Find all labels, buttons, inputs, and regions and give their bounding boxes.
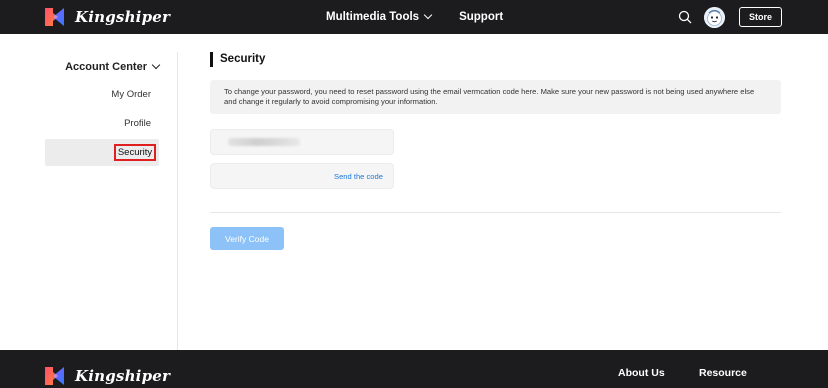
footer-brand-name: Kingshiper bbox=[75, 367, 171, 385]
nav-support-label: Support bbox=[459, 11, 504, 23]
search-icon[interactable] bbox=[678, 10, 692, 24]
brand-k-icon bbox=[45, 8, 64, 26]
nav-multimedia-tools[interactable]: Multimedia Tools bbox=[326, 10, 433, 23]
send-code-link[interactable]: Send the code bbox=[334, 172, 383, 181]
security-notice: To change your password, you need to res… bbox=[210, 80, 781, 114]
page-title: Security bbox=[210, 52, 265, 67]
nav-support[interactable]: Support bbox=[459, 11, 503, 23]
store-button[interactable]: Store bbox=[739, 7, 782, 27]
sidebar-item-security[interactable]: Security bbox=[114, 144, 156, 161]
nav-menu: Multimedia Tools Support bbox=[326, 0, 503, 34]
sidebar-item-my-order[interactable]: My Order bbox=[111, 89, 151, 100]
footer-brand-logo[interactable]: Kingshiper bbox=[44, 366, 170, 386]
chevron-down-icon bbox=[151, 60, 161, 70]
brand-k-icon bbox=[45, 367, 64, 385]
chevron-down-icon bbox=[423, 10, 433, 20]
sidebar-item-profile[interactable]: Profile bbox=[124, 118, 151, 129]
avatar[interactable] bbox=[704, 7, 725, 28]
account-center-label: Account Center bbox=[65, 61, 147, 73]
footer-link-about-us[interactable]: About Us bbox=[618, 367, 665, 379]
top-navbar: Kingshiper Multimedia Tools Support Stor… bbox=[0, 0, 828, 34]
form-divider bbox=[210, 212, 781, 213]
avatar-face-icon bbox=[704, 7, 725, 28]
nav-multimedia-tools-label: Multimedia Tools bbox=[326, 11, 420, 23]
brand-logo[interactable]: Kingshiper bbox=[44, 7, 170, 27]
content-divider bbox=[177, 52, 178, 350]
brand-name: Kingshiper bbox=[75, 8, 171, 26]
email-value-redacted bbox=[228, 138, 300, 146]
account-center-toggle[interactable]: Account Center bbox=[65, 60, 161, 73]
verify-code-button[interactable]: Verify Code bbox=[210, 227, 284, 250]
footer-link-resource[interactable]: Resource bbox=[699, 367, 747, 379]
